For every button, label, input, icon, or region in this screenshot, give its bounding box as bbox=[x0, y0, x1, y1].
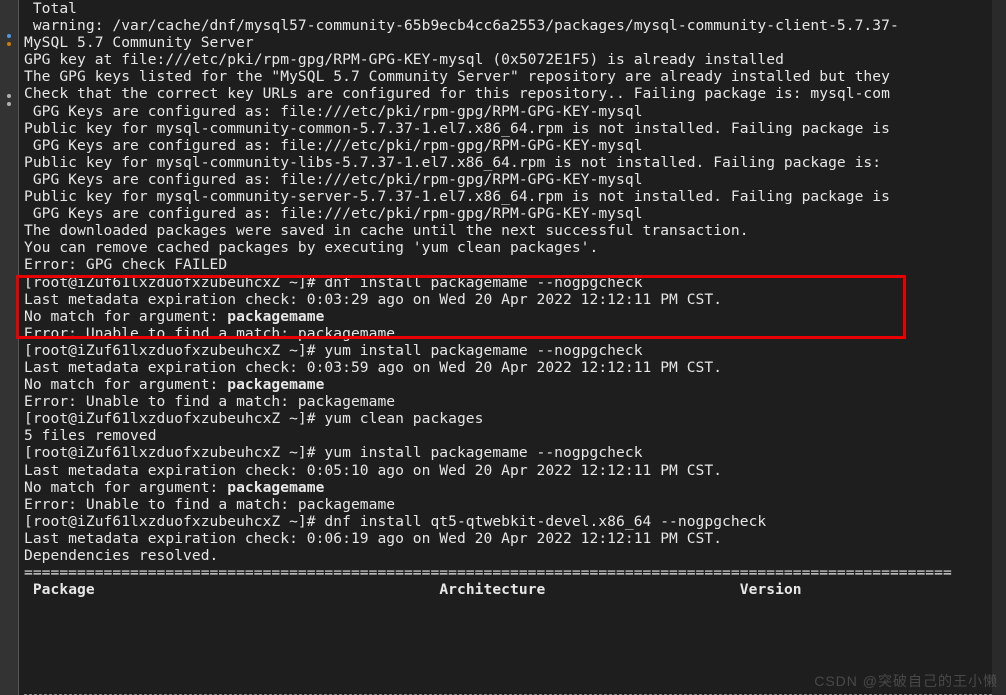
terminal-line: No match for argument: packagemame bbox=[24, 479, 1006, 496]
terminal-line: Error: Unable to find a match: packagema… bbox=[24, 393, 1006, 410]
terminal-text: packagemame bbox=[227, 308, 324, 325]
terminal-line: Total bbox=[24, 0, 1006, 17]
terminal-text: GPG Keys are configured as: file:///etc/… bbox=[24, 103, 643, 120]
terminal-line: [root@iZuf61lxzduofxzubeuhcxZ ~]# yum cl… bbox=[24, 410, 1006, 427]
terminal-text: Last metadata expiration check: 0:06:19 … bbox=[24, 530, 722, 547]
terminal-text: Dependencies resolved. bbox=[24, 547, 218, 564]
terminal-text: [root@iZuf61lxzduofxzubeuhcxZ ~]# yum cl… bbox=[24, 410, 483, 427]
terminal-text: No match for argument: bbox=[24, 376, 227, 393]
scrollbar-track[interactable] bbox=[992, 0, 1006, 695]
terminal-text: GPG key at file:///etc/pki/rpm-gpg/RPM-G… bbox=[24, 51, 784, 68]
terminal-text: Error: Unable to find a match: packagema… bbox=[24, 496, 395, 513]
terminal-text: Check that the correct key URLs are conf… bbox=[24, 85, 890, 102]
terminal-line: Last metadata expiration check: 0:03:29 … bbox=[24, 291, 1006, 308]
terminal-text: [root@iZuf61lxzduofxzubeuhcxZ ~]# yum in… bbox=[24, 444, 643, 461]
terminal-text: Public key for mysql-community-server-5.… bbox=[24, 188, 890, 205]
terminal-text: Total bbox=[24, 0, 77, 17]
terminal-line: Check that the correct key URLs are conf… bbox=[24, 85, 1006, 102]
terminal-text: Last metadata expiration check: 0:03:59 … bbox=[24, 359, 722, 376]
terminal-text: The GPG keys listed for the "MySQL 5.7 C… bbox=[24, 68, 890, 85]
terminal-line: GPG key at file:///etc/pki/rpm-gpg/RPM-G… bbox=[24, 51, 1006, 68]
terminal-text: 5 files removed bbox=[24, 427, 157, 444]
terminal-line: Last metadata expiration check: 0:03:59 … bbox=[24, 359, 1006, 376]
terminal-line: GPG Keys are configured as: file:///etc/… bbox=[24, 137, 1006, 154]
marker-dot bbox=[7, 102, 11, 106]
terminal-line: Error: Unable to find a match: packagema… bbox=[24, 325, 1006, 342]
terminal-text: warning: /var/cache/dnf/mysql57-communit… bbox=[24, 17, 899, 34]
terminal-line: GPG Keys are configured as: file:///etc/… bbox=[24, 205, 1006, 222]
marker-dot bbox=[7, 42, 11, 46]
terminal-line: [root@iZuf61lxzduofxzubeuhcxZ ~]# yum in… bbox=[24, 444, 1006, 461]
terminal-text: [root@iZuf61lxzduofxzubeuhcxZ ~]# yum in… bbox=[24, 342, 643, 359]
terminal-line: GPG Keys are configured as: file:///etc/… bbox=[24, 103, 1006, 120]
terminal-line: [root@iZuf61lxzduofxzubeuhcxZ ~]# dnf in… bbox=[24, 274, 1006, 291]
terminal-text: No match for argument: bbox=[24, 308, 227, 325]
terminal-output[interactable]: Total warning: /var/cache/dnf/mysql57-co… bbox=[24, 0, 1006, 598]
terminal-text: packagemame bbox=[227, 376, 324, 393]
terminal-line: Error: GPG check FAILED bbox=[24, 256, 1006, 273]
terminal-line: 5 files removed bbox=[24, 427, 1006, 444]
terminal-text: Error: GPG check FAILED bbox=[24, 256, 227, 273]
terminal-text: No match for argument: bbox=[24, 479, 227, 496]
terminal-text: GPG Keys are configured as: file:///etc/… bbox=[24, 137, 643, 154]
terminal-text: Last metadata expiration check: 0:03:29 … bbox=[24, 291, 722, 308]
terminal-line: Dependencies resolved. bbox=[24, 547, 1006, 564]
terminal-text: Architecture bbox=[439, 581, 545, 598]
terminal-text bbox=[545, 581, 739, 598]
terminal-line: [root@iZuf61lxzduofxzubeuhcxZ ~]# yum in… bbox=[24, 342, 1006, 359]
terminal-text: ========================================… bbox=[24, 564, 952, 581]
terminal-text: Public key for mysql-community-libs-5.7.… bbox=[24, 154, 890, 171]
terminal-text: The downloaded packages were saved in ca… bbox=[24, 222, 749, 239]
terminal-text: GPG Keys are configured as: file:///etc/… bbox=[24, 171, 643, 188]
terminal-text: Version bbox=[740, 581, 802, 598]
marker-dot bbox=[7, 94, 11, 98]
terminal-text: Error: Unable to find a match: packagema… bbox=[24, 325, 395, 342]
watermark-text: CSDN @突破自己的王小懒 bbox=[814, 671, 998, 691]
terminal-line: MySQL 5.7 Community Server bbox=[24, 34, 1006, 51]
terminal-line: You can remove cached packages by execut… bbox=[24, 239, 1006, 256]
terminal-line: No match for argument: packagemame bbox=[24, 308, 1006, 325]
terminal-text: Error: Unable to find a match: packagema… bbox=[24, 393, 395, 410]
terminal-text: Package bbox=[33, 581, 95, 598]
terminal-line: Package Architecture Version bbox=[24, 581, 1006, 598]
terminal-line: warning: /var/cache/dnf/mysql57-communit… bbox=[24, 17, 1006, 34]
terminal-text bbox=[95, 581, 440, 598]
editor-gutter bbox=[0, 0, 19, 695]
terminal-text: Public key for mysql-community-common-5.… bbox=[24, 120, 890, 137]
terminal-line: The downloaded packages were saved in ca… bbox=[24, 222, 1006, 239]
terminal-text: Last metadata expiration check: 0:05:10 … bbox=[24, 462, 722, 479]
terminal-line: Public key for mysql-community-libs-5.7.… bbox=[24, 154, 1006, 171]
terminal-line: ========================================… bbox=[24, 564, 1006, 581]
terminal-text: GPG Keys are configured as: file:///etc/… bbox=[24, 205, 643, 222]
terminal-line: Last metadata expiration check: 0:05:10 … bbox=[24, 462, 1006, 479]
terminal-line: Public key for mysql-community-server-5.… bbox=[24, 188, 1006, 205]
terminal-line: Last metadata expiration check: 0:06:19 … bbox=[24, 530, 1006, 547]
terminal-line: No match for argument: packagemame bbox=[24, 376, 1006, 393]
terminal-line: The GPG keys listed for the "MySQL 5.7 C… bbox=[24, 68, 1006, 85]
terminal-text: [root@iZuf61lxzduofxzubeuhcxZ ~]# dnf in… bbox=[24, 274, 643, 291]
terminal-text: You can remove cached packages by execut… bbox=[24, 239, 598, 256]
terminal-line: Public key for mysql-community-common-5.… bbox=[24, 120, 1006, 137]
terminal-text bbox=[24, 581, 33, 598]
terminal-text: MySQL 5.7 Community Server bbox=[24, 34, 254, 51]
terminal-text: packagemame bbox=[227, 479, 324, 496]
terminal-text: [root@iZuf61lxzduofxzubeuhcxZ ~]# dnf in… bbox=[24, 513, 766, 530]
terminal-line: GPG Keys are configured as: file:///etc/… bbox=[24, 171, 1006, 188]
terminal-line: [root@iZuf61lxzduofxzubeuhcxZ ~]# dnf in… bbox=[24, 513, 1006, 530]
terminal-line: Error: Unable to find a match: packagema… bbox=[24, 496, 1006, 513]
marker-dot bbox=[7, 34, 11, 38]
